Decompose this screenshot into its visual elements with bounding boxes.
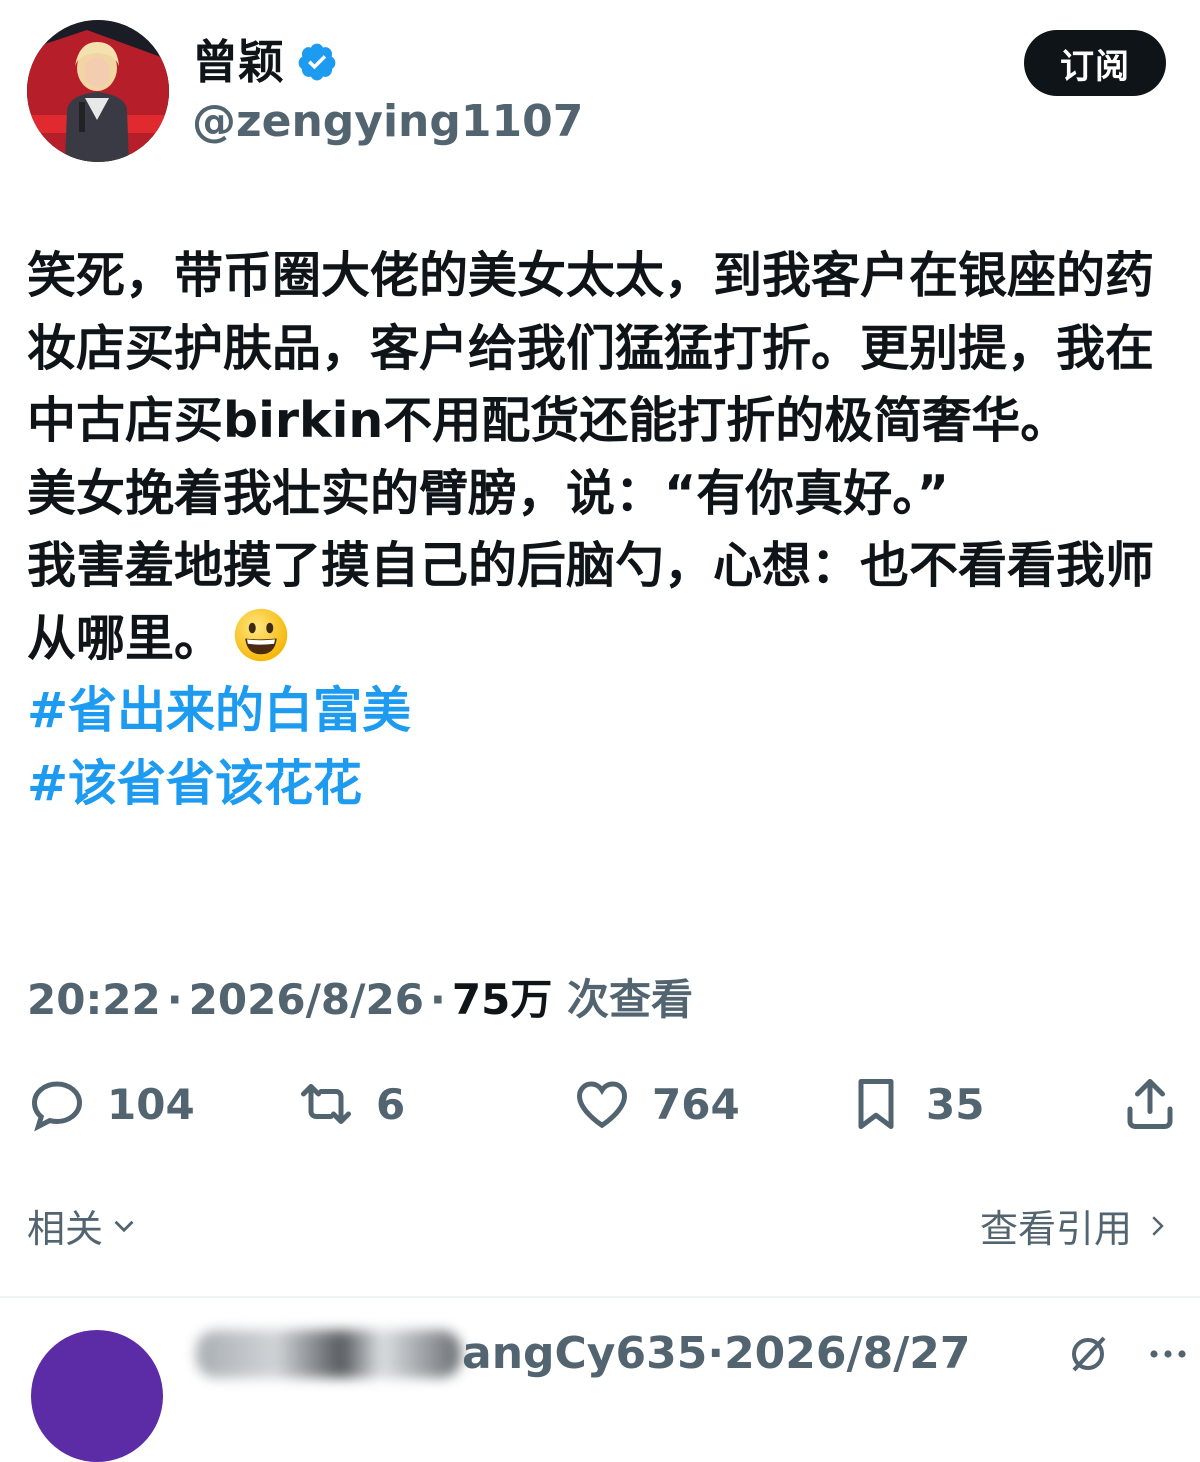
author-handle[interactable]: @zengying1107 (192, 92, 583, 152)
more-options-icon[interactable] (1144, 1330, 1192, 1378)
reply-meta: angCy635·2026/8/27 (462, 1326, 971, 1382)
repost-count: 6 (376, 1079, 406, 1129)
view-quotes-label: 查看引用 (979, 1207, 1132, 1251)
post-meta: 20:22 · 2026/8/26 · 75万 次查看 (27, 972, 693, 1028)
reply-button[interactable]: 104 (27, 1072, 195, 1136)
views-count: 75万 (451, 975, 553, 1024)
related-dropdown[interactable]: 相关 (27, 1198, 141, 1253)
author-avatar[interactable] (27, 20, 169, 162)
views-label: 次查看 (566, 975, 693, 1024)
author-name-text[interactable]: 曾颖 (192, 32, 284, 92)
reply-date[interactable]: 2026/8/27 (724, 1328, 970, 1379)
reply-avatar[interactable] (31, 1330, 163, 1462)
related-label: 相关 (27, 1207, 104, 1251)
bookmark-count: 35 (926, 1079, 985, 1129)
grinning-face-emoji-icon (234, 608, 288, 661)
post-paragraph: 我害羞地摸了摸自己的后脑勺，心想：也不看看我师从哪里。 (27, 537, 1155, 667)
post-paragraph: 笑死，带币圈大佬的美女太太，到我客户在银座的药妆店买护肤品，客户给我们猛猛打折。… (27, 247, 1155, 449)
reply-count: 104 (107, 1079, 195, 1129)
view-quotes-link[interactable]: 查看引用 (980, 1198, 1172, 1253)
post-paragraph-with-emoji: 我害羞地摸了摸自己的后脑勺，心想：也不看看我师从哪里。 (27, 530, 1177, 675)
post-date[interactable]: 2026/8/26 (189, 975, 424, 1024)
blurred-username (196, 1330, 461, 1378)
post-time[interactable]: 20:22 (27, 975, 161, 1024)
hashtag-link[interactable]: #该省省该花花 (27, 748, 1177, 821)
share-button[interactable] (1120, 1072, 1180, 1136)
chevron-right-icon (1152, 1215, 1164, 1236)
verified-badge-icon (298, 43, 336, 81)
reply-icon (31, 1081, 83, 1132)
share-icon (1127, 1079, 1173, 1129)
like-count: 764 (652, 1079, 740, 1129)
divider (0, 1296, 1200, 1298)
chevron-down-icon (114, 1220, 134, 1232)
reply-handle[interactable]: angCy635 (462, 1328, 707, 1379)
grok-icon[interactable] (1064, 1330, 1112, 1378)
bookmark-button[interactable]: 35 (846, 1072, 984, 1136)
hashtag-link[interactable]: #省出来的白富美 (27, 675, 1177, 748)
reply-actions (1064, 1330, 1192, 1378)
separator-dot: · (429, 975, 446, 1024)
post-text: 笑死，带币圈大佬的美女太太，到我客户在银座的药妆店买护肤品，客户给我们猛猛打折。… (27, 240, 1177, 820)
separator-dot: · (166, 975, 183, 1024)
heart-icon (576, 1081, 628, 1129)
repost-icon (301, 1084, 351, 1124)
separator-dot: · (707, 1328, 725, 1379)
like-button[interactable]: 764 (572, 1072, 740, 1136)
author-display-name[interactable]: 曾颖 (192, 32, 338, 92)
repost-button[interactable]: 6 (296, 1072, 405, 1136)
bookmark-icon (858, 1079, 894, 1129)
subscribe-button[interactable]: 订阅 (1024, 30, 1166, 96)
post-paragraph: 美女挽着我壮实的臂膀，说：“有你真好。” (27, 464, 949, 522)
